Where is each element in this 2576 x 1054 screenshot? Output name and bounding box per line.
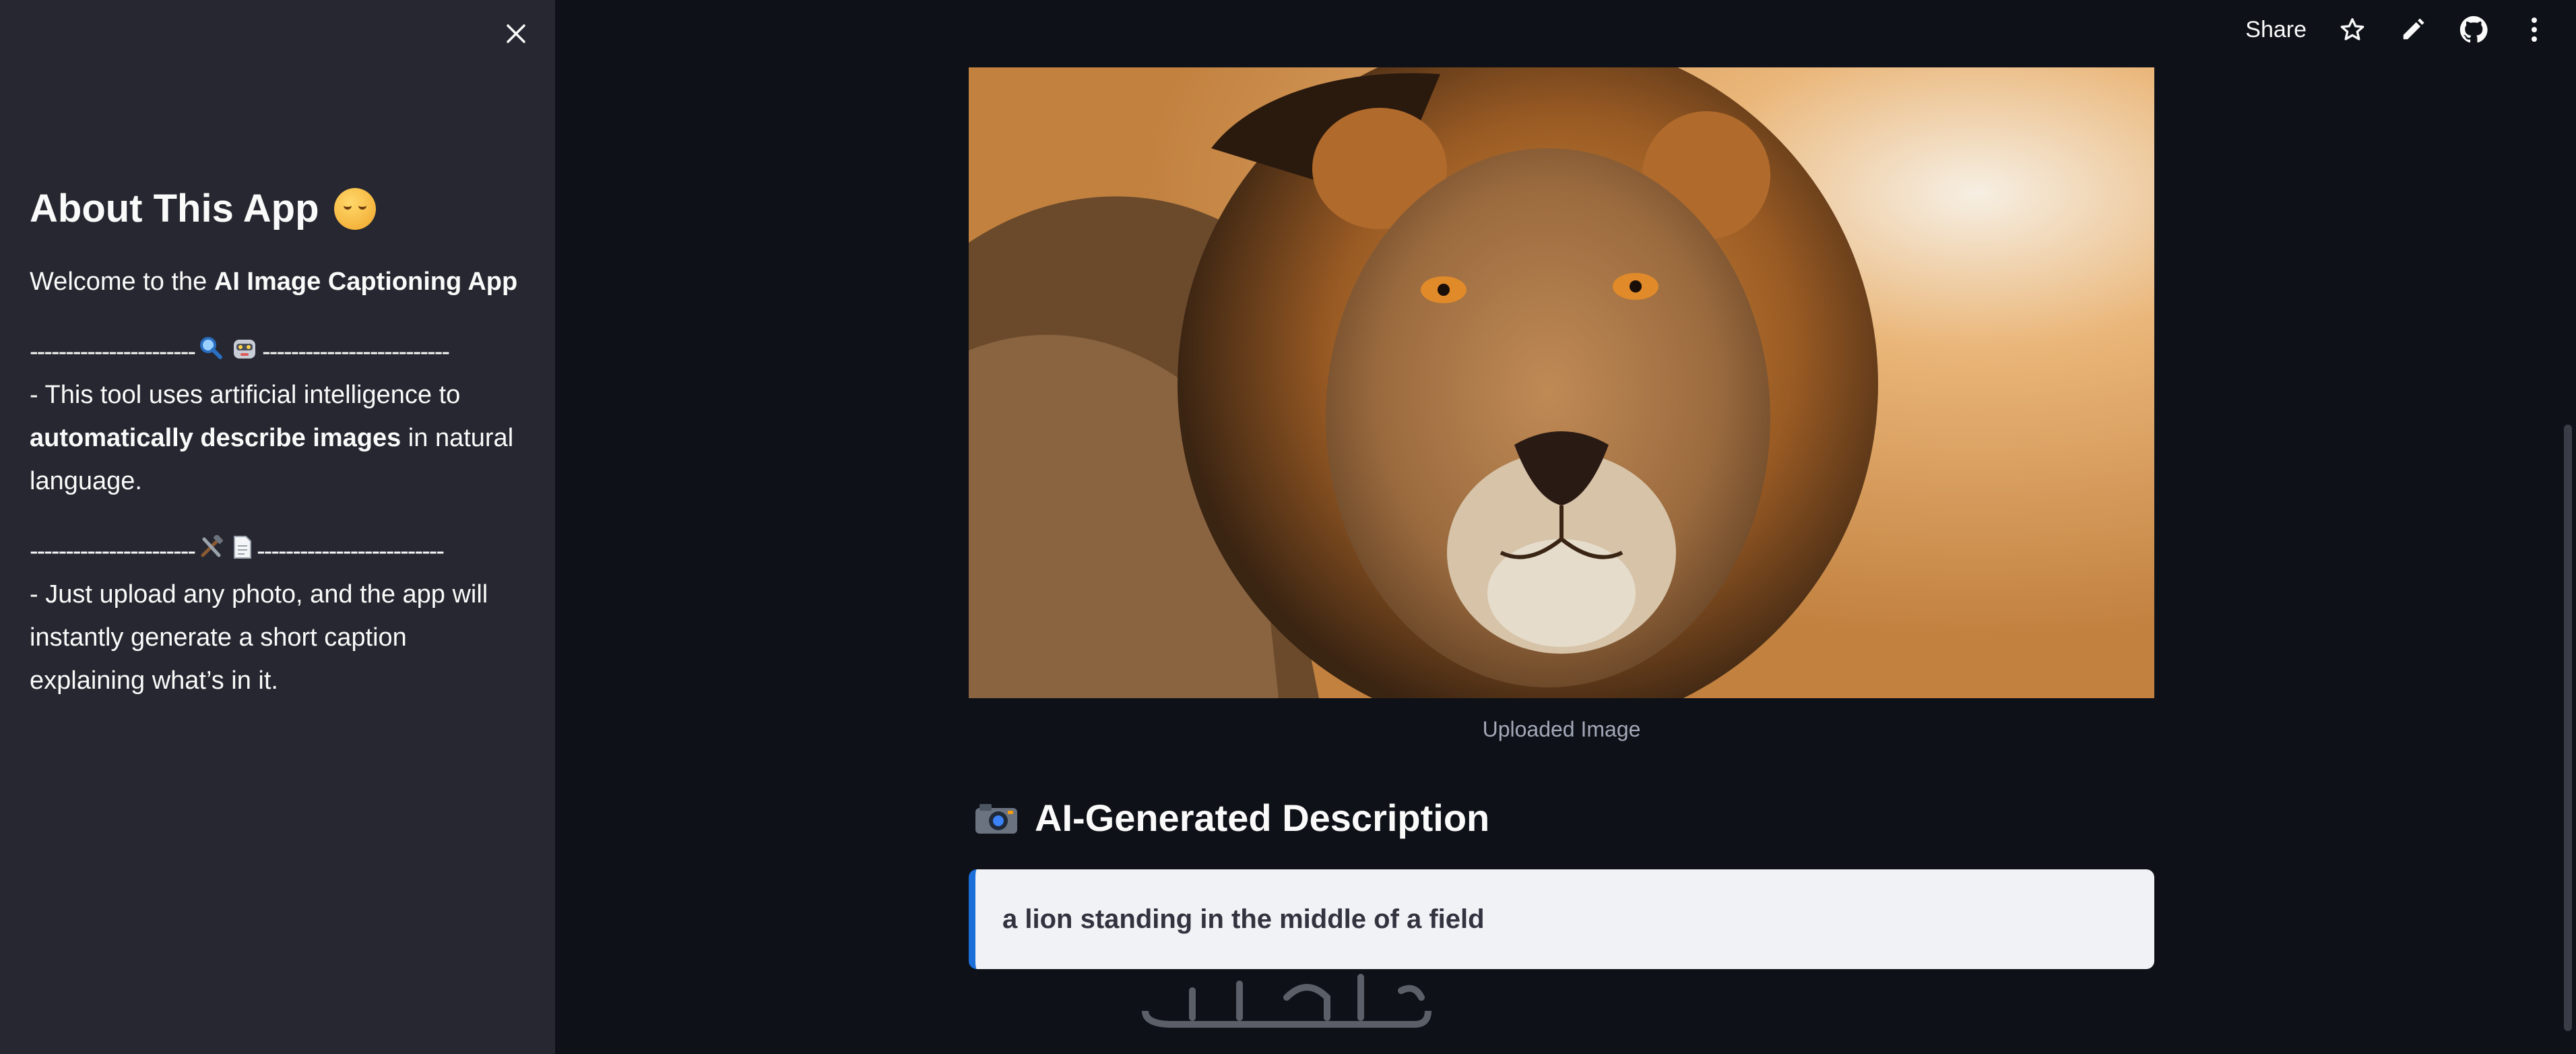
divider-2: ----------------------- ----------------… (30, 530, 528, 573)
main-content: Uploaded Image AI-Generated Description … (969, 67, 2154, 969)
pencil-icon (2403, 18, 2424, 40)
robot-icon (231, 330, 258, 373)
more-options-button[interactable] (2519, 15, 2549, 44)
app-root: About This App Welcome to the AI Image C… (0, 0, 2576, 1054)
star-button[interactable] (2338, 15, 2367, 44)
description-heading: AI-Generated Description (969, 796, 2154, 840)
divider-1: ----------------------- ----------------… (30, 330, 528, 373)
heading-text: AI-Generated Description (1035, 797, 1490, 839)
top-toolbar: Share (2245, 9, 2549, 50)
caption-result-box: a lion standing in the middle of a field (969, 869, 2154, 969)
description-paragraph-1: - This tool uses artificial intelligence… (30, 373, 528, 503)
para1-bold: automatically describe images (30, 424, 401, 452)
document-icon (232, 530, 253, 573)
welcome-prefix: Welcome to the (30, 268, 214, 296)
divider-dashes-right: -------------------------- (262, 338, 450, 366)
magnifier-icon (199, 330, 223, 373)
sidebar-content: About This App Welcome to the AI Image C… (30, 182, 528, 702)
app-name: AI Image Captioning App (214, 268, 518, 296)
close-sidebar-button[interactable] (497, 15, 535, 53)
image-caption: Uploaded Image (1482, 717, 1641, 741)
hugging-face-emoji-icon (333, 188, 376, 230)
sidebar: About This App Welcome to the AI Image C… (0, 0, 555, 1054)
description-paragraph-2: - Just upload any photo, and the app wil… (30, 580, 488, 695)
camera-icon (975, 803, 1017, 834)
lion-photo (969, 67, 2154, 698)
sidebar-title-text: About This App (30, 187, 319, 230)
star-icon (2340, 18, 2364, 40)
sidebar-title: About This App (30, 182, 528, 236)
divider-dashes-left: ----------------------- (30, 338, 196, 366)
kebab-menu-icon (2532, 18, 2537, 42)
watermark-logo (1142, 974, 1431, 1028)
github-icon (2459, 16, 2488, 43)
edit-button[interactable] (2398, 15, 2428, 44)
main-scrollbar[interactable] (2564, 425, 2572, 1031)
divider-dashes-left: ----------------------- (30, 537, 196, 565)
para1-prefix: - This tool uses artificial intelligence… (30, 381, 461, 409)
github-button[interactable] (2459, 15, 2488, 44)
share-button[interactable]: Share (2245, 17, 2307, 43)
close-icon (507, 24, 525, 43)
welcome-text: Welcome to the AI Image Captioning App (30, 260, 528, 303)
uploaded-image (969, 67, 2154, 698)
caption-result-text: a lion standing in the middle of a field (1002, 904, 1485, 934)
divider-dashes-right: -------------------------- (257, 537, 445, 565)
hammer-wrench-icon (199, 530, 224, 573)
